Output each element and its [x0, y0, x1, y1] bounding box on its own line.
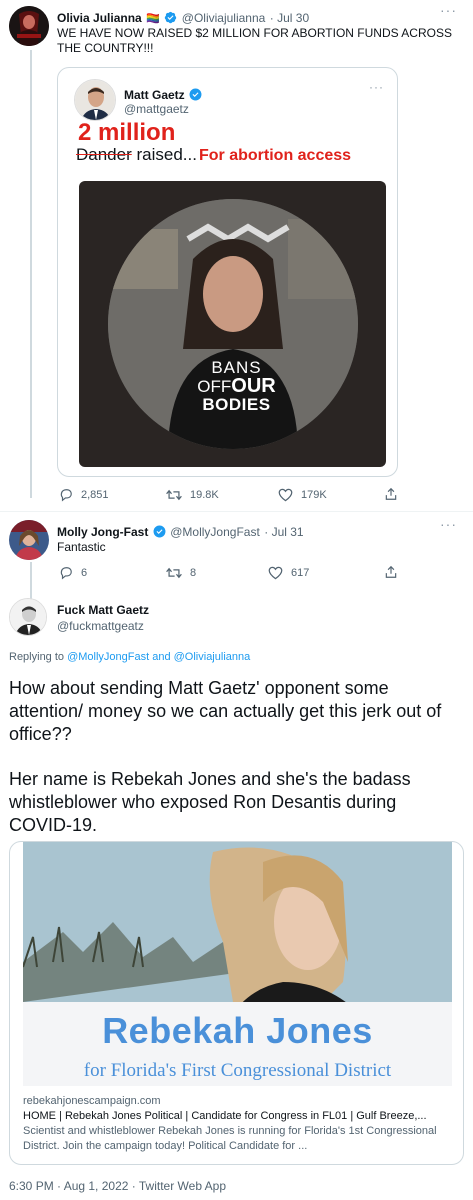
author-name[interactable]: Molly Jong-Fast — [57, 525, 148, 539]
like-icon — [268, 566, 283, 580]
share-icon — [385, 487, 397, 500]
reply-count: 2,851 — [81, 489, 109, 501]
tweet-timestamp[interactable]: 6:30 PM · Aug 1, 2022 · Twitter Web App — [9, 1179, 226, 1193]
retweet-icon — [166, 567, 182, 579]
quoted-photo: BANS OFFOUR BODIES — [79, 181, 386, 467]
raised-text: raised... — [131, 145, 197, 164]
shirt-line-3: BODIES — [202, 395, 271, 414]
verified-badge-icon — [153, 525, 166, 538]
crossed-word: Dander — [76, 145, 132, 164]
shirt-line-2: OFFOUR — [182, 375, 292, 397]
author-handle[interactable]: @MollyJongFast — [170, 525, 260, 539]
tweet2-text: Fantastic — [57, 540, 106, 554]
reply-users-link[interactable]: @MollyJongFast and @Oliviajulianna — [67, 651, 250, 663]
retweet-icon — [166, 489, 182, 501]
like-icon — [278, 488, 293, 502]
avatar-matt-gaetz — [74, 79, 116, 121]
author-handle[interactable]: @Oliviajulianna — [182, 11, 266, 25]
quote-author-name: Matt Gaetz — [124, 88, 185, 102]
tweet2-header: Molly Jong-Fast @MollyJongFast · Jul 31 — [57, 523, 304, 541]
author-handle[interactable]: @fuckmattgeatz — [57, 619, 144, 633]
link-banner: Rebekah Jones for Florida's First Congre… — [23, 1002, 452, 1086]
reply-button[interactable]: 2,851 — [59, 488, 109, 502]
quote-more-icon: ··· — [369, 80, 384, 94]
tweet3-paragraph-1: How about sending Matt Gaetz' opponent s… — [9, 678, 442, 744]
retweet-button[interactable]: 8 — [166, 566, 196, 580]
author-name[interactable]: Olivia Julianna — [57, 11, 142, 25]
thread-line-1 — [30, 50, 32, 498]
tweet-date[interactable]: · Jul 30 — [270, 11, 309, 25]
rainbow-flag-emoji: 🏳‍🌈 — [146, 13, 160, 25]
banner-subtitle: for Florida's First Congressional Distri… — [83, 1060, 392, 1081]
tweet-date[interactable]: · Jul 31 — [264, 525, 303, 539]
link-title: HOME | Rebekah Jones Political | Candida… — [23, 1110, 427, 1122]
shirt-text: BANS OFFOUR BODIES — [182, 359, 292, 414]
share-button[interactable] — [384, 487, 406, 501]
like-button[interactable]: 617 — [268, 566, 309, 580]
avatar-matt-gaetz-image — [75, 80, 115, 120]
overlay-cause: For abortion access — [199, 147, 352, 164]
tweet1-text: WE HAVE NOW RAISED $2 MILLION FOR ABORTI… — [57, 26, 452, 55]
thread-line-2 — [30, 562, 32, 602]
author-name[interactable]: Fuck Matt Gaetz — [57, 603, 149, 617]
avatar-fuckmattgaetz-image — [10, 599, 46, 635]
raised-line: Dander raised... — [76, 145, 197, 165]
shirt-off: OFF — [197, 377, 232, 396]
retweet-count: 19.8K — [190, 489, 219, 501]
share-button[interactable] — [384, 565, 406, 579]
link-description: Scientist and whistleblower Rebekah Jone… — [23, 1125, 437, 1152]
circular-photo: BANS OFFOUR BODIES — [107, 199, 358, 449]
link-domain: rebekahjonescampaign.com — [23, 1095, 161, 1107]
retweet-button[interactable]: 19.8K — [166, 488, 219, 502]
link-meta: rebekahjonescampaign.com HOME | Rebekah … — [23, 1094, 451, 1154]
replying-to: Replying to @MollyJongFast and @Oliviaju… — [9, 651, 250, 663]
reply-icon — [60, 567, 72, 580]
shirt-our: OUR — [231, 375, 276, 397]
quoted-image-card[interactable]: Matt Gaetz @mattgaetz ··· 2 million Dand… — [57, 67, 398, 477]
like-count: 617 — [291, 567, 310, 579]
reply-count: 6 — [81, 567, 88, 579]
share-icon — [385, 565, 397, 578]
reply-icon — [60, 489, 72, 502]
more-icon[interactable]: ··· — [440, 516, 457, 532]
verified-badge-icon — [189, 88, 202, 101]
like-button[interactable]: 179K — [278, 488, 327, 502]
banner-title: Rebekah Jones — [102, 1010, 373, 1051]
reply-prefix: Replying to — [9, 651, 68, 663]
more-icon[interactable]: ··· — [440, 2, 457, 18]
avatar-olivia-image — [9, 6, 49, 46]
like-count: 179K — [301, 489, 327, 501]
divider — [0, 511, 473, 512]
link-preview-card[interactable]: Rebekah Jones for Florida's First Congre… — [9, 841, 464, 1165]
reply-button[interactable]: 6 — [59, 566, 87, 580]
avatar-molly[interactable] — [9, 520, 49, 560]
retweet-count: 8 — [190, 567, 197, 579]
tweet3-paragraph-2: Her name is Rebekah Jones and she's the … — [9, 769, 411, 835]
avatar-olivia[interactable] — [9, 6, 49, 46]
avatar-fuckmattgaetz[interactable] — [9, 598, 47, 636]
overlay-amount: 2 million — [78, 119, 176, 146]
quote-author-handle: @mattgaetz — [124, 102, 189, 116]
verified-badge-icon — [165, 11, 177, 24]
tweet1-header: Olivia Julianna 🏳‍🌈 @Oliviajulianna · Ju… — [57, 9, 309, 27]
avatar-molly-image — [9, 520, 49, 560]
